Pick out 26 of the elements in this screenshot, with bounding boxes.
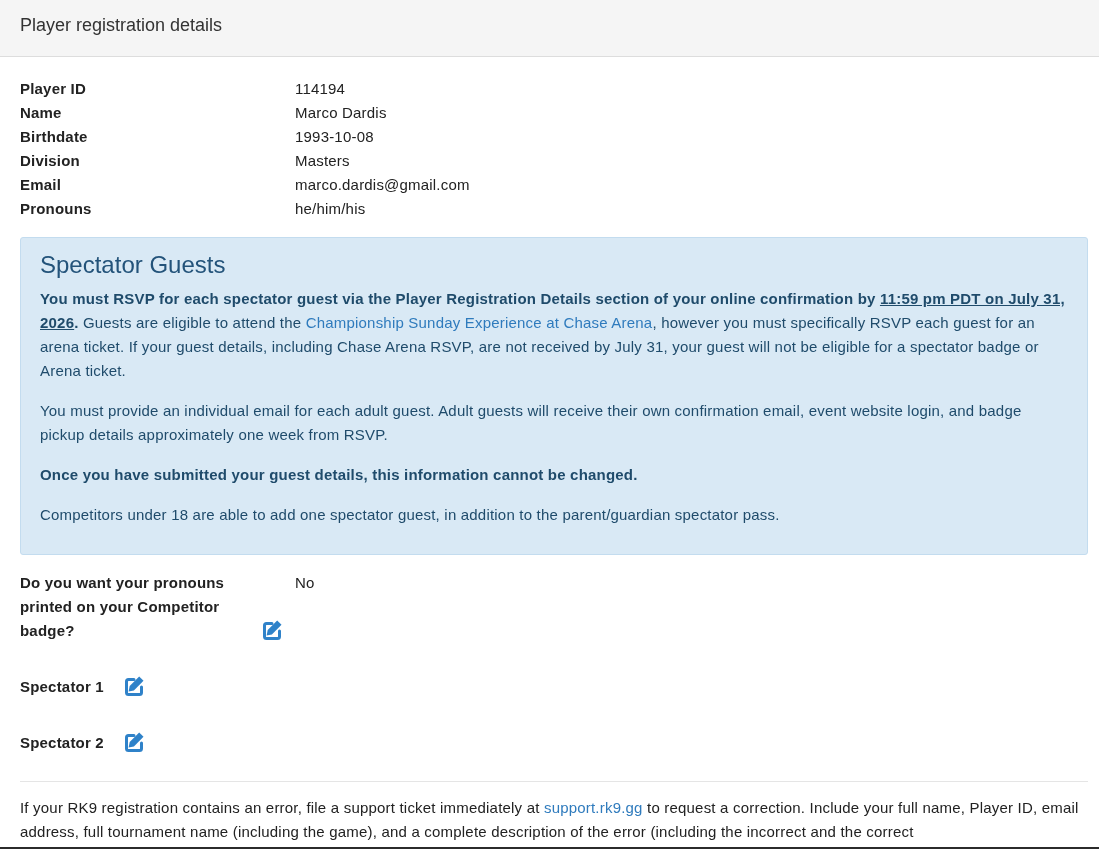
field-label: Email	[20, 175, 63, 195]
field-value: Masters	[295, 151, 351, 171]
field-value: 1993-10-08	[295, 127, 375, 147]
field-label: Name	[20, 103, 63, 123]
text-link[interactable]: support.rk9.gg	[543, 799, 643, 816]
question-label: Spectator 1	[20, 677, 104, 697]
field-label: Division	[20, 151, 81, 171]
field-value: 114194	[295, 79, 347, 99]
alert-title: Spectator Guests	[40, 251, 227, 279]
support-paragraph: If your RK9 registration contains an error, file a support ticket immediately at support.rk9.gg to request a correction. Include your full name, Player ID, email address, full tournament name (including the game), and a complete description of the error (including the incorrect and the correct	[20, 798, 1080, 842]
field-value: he/him/his	[295, 199, 367, 219]
question-answer: No	[295, 574, 315, 591]
question-label: Do you want your pronouns printed on your Competitor badge?	[20, 573, 226, 641]
field-value: marco.dardis@gmail.com	[295, 175, 471, 195]
text-link[interactable]: Championship Sunday Experience at Chase Arena	[305, 314, 653, 331]
info-paragraph: You must RSVP for each spectator guest via the Player Registration Details section of your online confirmation by 11:59 pm PDT on July 31, 2026. Guests are eligible to attend the Championship Sunday Experience at Chase Arena, however you must specifically RSVP each guest for an arena ticket. If your guest details, including Chase Arena RSVP, are not received by July 31, your guest will not be eligible for a spectator badge or Arena ticket.	[40, 289, 1066, 381]
field-label: Birthdate	[20, 127, 89, 147]
info-paragraph: Competitors under 18 are able to add one spectator guest, in addition to the parent/guardian spectator pass.	[40, 505, 781, 525]
edit-icon[interactable]	[260, 619, 284, 643]
info-paragraph: You must provide an individual email for each adult guest. Adult guests will receive their own confirmation email, event website login, and badge pickup details approximately one week from RSVP.	[40, 401, 1023, 445]
warning-text: Once you have submitted your guest details, this information cannot be changed.	[40, 465, 639, 485]
field-value: Marco Dardis	[295, 103, 388, 123]
field-label: Player ID	[20, 79, 87, 99]
field-label: Pronouns	[20, 199, 93, 219]
panel-title: Player registration details	[20, 14, 224, 37]
question-label: Spectator 2	[20, 733, 104, 753]
